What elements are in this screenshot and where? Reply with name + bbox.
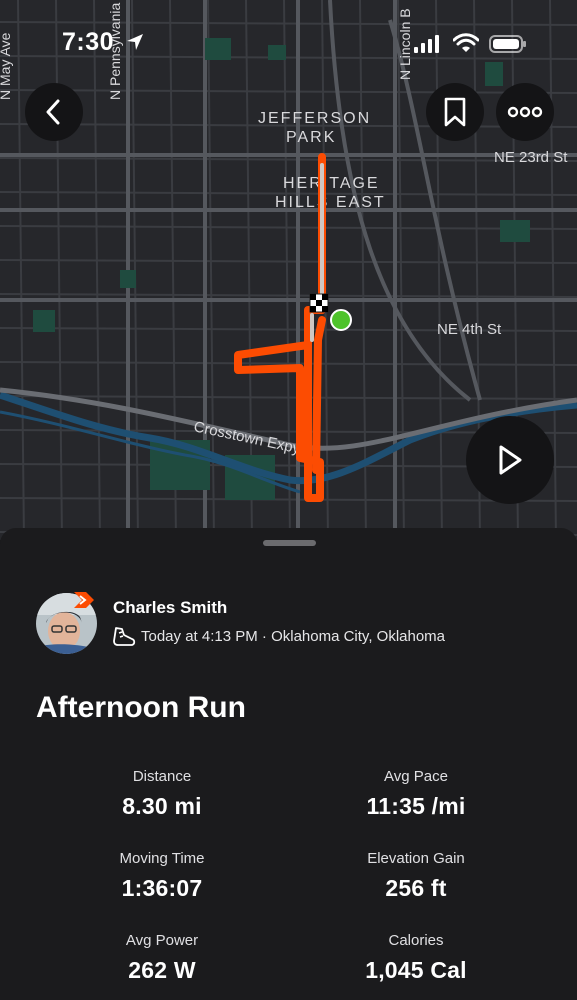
play-icon [499, 445, 522, 475]
map-label-jefferson-1: JEFFERSON [258, 110, 371, 127]
status-time: 7:30 [62, 28, 115, 56]
stat-label: Avg Power [125, 932, 199, 949]
map-label-ne23: NE 23rd St [494, 149, 568, 166]
map-label-ne4: NE 4th St [437, 321, 502, 338]
play-flyby-button[interactable] [466, 416, 554, 504]
map-label-jefferson-2: PARK [286, 129, 336, 146]
subscriber-badge-icon [70, 588, 98, 617]
athlete-name[interactable]: Charles Smith [113, 598, 227, 618]
location-arrow-icon [126, 33, 144, 56]
stat-value: 11:35 /mi [366, 793, 466, 819]
stat-value: 8.30 mi [122, 793, 202, 819]
stat-value: 1,045 Cal [365, 957, 467, 983]
stat-label: Avg Pace [384, 768, 448, 785]
wifi-icon [452, 33, 480, 58]
chevron-left-icon [46, 99, 60, 125]
map-label-heritage-1: HERITAGE [283, 175, 380, 192]
activity-sheet: Charles Smith Today at 4:13 PM · Oklahom… [0, 528, 577, 1000]
stat-avg-pace: Avg Pace 11:35 /mi [306, 768, 526, 820]
stat-distance: Distance 8.30 mi [52, 768, 272, 820]
sheet-grabber[interactable] [263, 540, 316, 546]
cellular-signal-icon [414, 35, 442, 58]
stat-elevation-gain: Elevation Gain 256 ft [306, 850, 526, 902]
map-label-heritage-2: HILLS EAST [275, 194, 386, 211]
battery-icon [489, 35, 527, 58]
save-route-button[interactable] [426, 83, 484, 141]
stat-moving-time: Moving Time 1:36:07 [52, 850, 272, 902]
more-options-button[interactable] [496, 83, 554, 141]
stat-label: Elevation Gain [367, 850, 465, 867]
bookmark-icon [444, 97, 466, 127]
stat-value: 262 W [128, 957, 196, 983]
back-button[interactable] [25, 83, 83, 141]
stat-avg-power: Avg Power 262 W [52, 932, 272, 984]
status-bar: 7:30 [0, 0, 577, 90]
activity-screen: JEFFERSON PARK HERITAGE HILLS EAST NE 23… [0, 0, 577, 1000]
activity-meta: Today at 4:13 PM · Oklahoma City, Oklaho… [141, 628, 446, 645]
finish-marker [309, 293, 329, 313]
ellipsis-icon [507, 106, 543, 118]
activity-title: Afternoon Run [36, 691, 246, 724]
stat-calories: Calories 1,045 Cal [306, 932, 526, 984]
start-marker [330, 309, 352, 331]
stats-grid: Distance 8.30 mi Avg Pace 11:35 /mi Movi… [0, 768, 577, 1000]
stat-label: Distance [132, 768, 192, 785]
stat-label: Moving Time [119, 850, 205, 867]
shoe-icon [112, 626, 136, 653]
stat-value: 256 ft [385, 875, 447, 901]
stat-value: 1:36:07 [121, 875, 203, 901]
stat-label: Calories [388, 932, 444, 949]
